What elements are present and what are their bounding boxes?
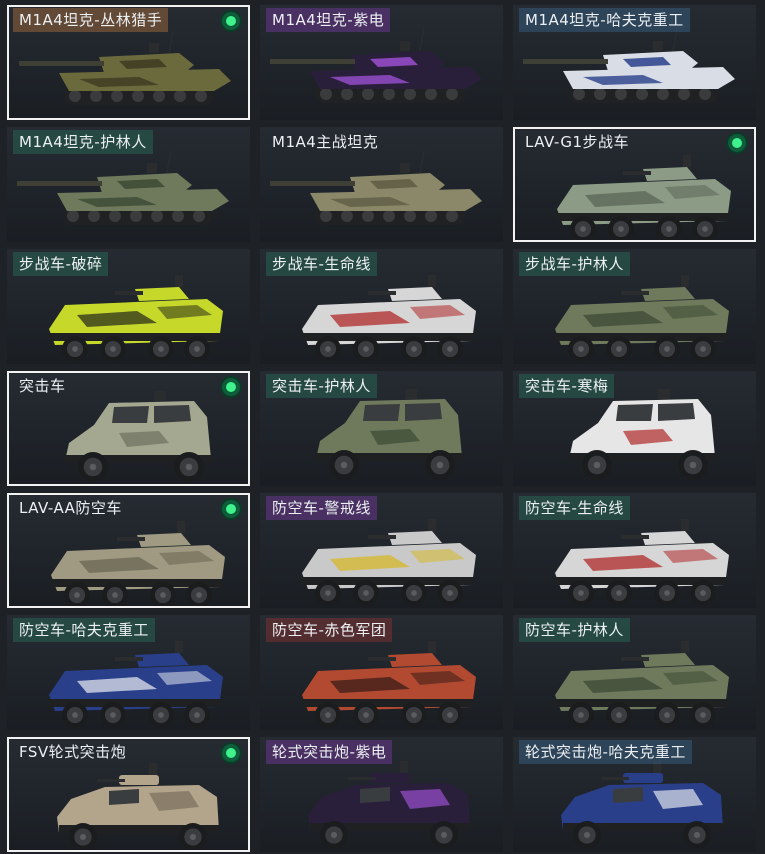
vehicle-skin-name: 防空车-赤色军团 bbox=[266, 618, 393, 642]
vehicle-illustration bbox=[557, 155, 731, 240]
vehicle-skin-name: 防空车-护林人 bbox=[519, 618, 630, 642]
vehicle-skin-card[interactable]: 防空车-赤色军团 bbox=[260, 615, 503, 730]
vehicle-skin-name: 防空车-警戒线 bbox=[266, 496, 377, 520]
vehicle-skin-card[interactable]: 突击车-寒梅 bbox=[513, 371, 756, 486]
vehicle-skin-name: 突击车-寒梅 bbox=[519, 374, 615, 398]
vehicle-skin-card[interactable]: 防空车-护林人 bbox=[513, 615, 756, 730]
vehicle-illustration bbox=[302, 275, 476, 362]
vehicle-skin-name: M1A4坦克-紫电 bbox=[266, 8, 391, 32]
vehicle-illustration bbox=[19, 30, 231, 105]
vehicle-illustration bbox=[555, 519, 729, 606]
vehicle-skin-name: 步战车-破碎 bbox=[13, 252, 109, 276]
vehicle-illustration bbox=[65, 391, 213, 482]
vehicle-illustration bbox=[308, 761, 470, 849]
vehicle-illustration bbox=[17, 150, 229, 225]
vehicle-skin-card[interactable]: M1A4主战坦克 bbox=[260, 127, 503, 242]
vehicle-skin-card[interactable]: M1A4坦克-紫电 bbox=[260, 5, 503, 120]
vehicle-illustration bbox=[555, 641, 729, 728]
vehicle-illustration bbox=[302, 519, 476, 606]
vehicle-skin-card[interactable]: M1A4坦克-哈夫克重工 bbox=[513, 5, 756, 120]
vehicle-illustration bbox=[302, 641, 476, 728]
vehicle-skin-name: 轮式突击炮-哈夫克重工 bbox=[519, 740, 692, 764]
vehicle-skin-name: FSV轮式突击炮 bbox=[19, 743, 127, 761]
vehicle-skin-card[interactable]: M1A4坦克-丛林猎手 bbox=[7, 5, 250, 120]
vehicle-skin-card[interactable]: FSV轮式突击炮 bbox=[7, 737, 250, 852]
vehicle-illustration bbox=[49, 641, 223, 728]
vehicle-skin-name: LAV-G1步战车 bbox=[525, 133, 630, 151]
vehicle-skin-name: 突击车 bbox=[19, 377, 66, 395]
vehicle-skin-card[interactable]: 步战车-生命线 bbox=[260, 249, 503, 364]
vehicle-skin-name: 步战车-生命线 bbox=[266, 252, 377, 276]
vehicle-skin-name: M1A4坦克-哈夫克重工 bbox=[519, 8, 690, 32]
vehicle-skin-name: 轮式突击炮-紫电 bbox=[266, 740, 393, 764]
vehicle-skin-card[interactable]: 步战车-破碎 bbox=[7, 249, 250, 364]
vehicle-skin-name: 步战车-护林人 bbox=[519, 252, 630, 276]
vehicle-skin-card[interactable]: 轮式突击炮-哈夫克重工 bbox=[513, 737, 756, 852]
vehicle-illustration bbox=[270, 28, 482, 103]
vehicle-skin-name: M1A4坦克-护林人 bbox=[13, 130, 153, 154]
vehicle-skin-name: LAV-AA防空车 bbox=[19, 499, 122, 517]
vehicle-skin-name: M1A4主战坦克 bbox=[272, 133, 379, 151]
equipped-icon bbox=[222, 744, 240, 762]
vehicle-illustration bbox=[57, 763, 219, 850]
vehicle-illustration bbox=[523, 28, 735, 103]
vehicle-skin-name: 防空车-哈夫克重工 bbox=[13, 618, 155, 642]
vehicle-illustration bbox=[569, 389, 717, 480]
equipped-icon bbox=[728, 134, 746, 152]
vehicle-skin-card[interactable]: 突击车 bbox=[7, 371, 250, 486]
vehicle-illustration bbox=[555, 275, 729, 362]
vehicle-skin-card[interactable]: 防空车-生命线 bbox=[513, 493, 756, 608]
vehicle-illustration bbox=[51, 521, 225, 606]
vehicle-skin-card[interactable]: 防空车-哈夫克重工 bbox=[7, 615, 250, 730]
vehicle-skin-grid: M1A4坦克-丛林猎手 M1A4坦克-紫电 M1A4坦克-哈夫克重工 M1A4坦克-护… bbox=[0, 0, 765, 854]
vehicle-skin-card[interactable]: M1A4坦克-护林人 bbox=[7, 127, 250, 242]
vehicle-skin-name: M1A4坦克-丛林猎手 bbox=[13, 8, 169, 32]
equipped-icon bbox=[222, 500, 240, 518]
vehicle-illustration bbox=[561, 761, 723, 849]
vehicle-skin-card[interactable]: LAV-G1步战车 bbox=[513, 127, 756, 242]
vehicle-illustration bbox=[316, 389, 464, 480]
vehicle-illustration bbox=[49, 275, 223, 362]
vehicle-skin-card[interactable]: 防空车-警戒线 bbox=[260, 493, 503, 608]
vehicle-skin-card[interactable]: 步战车-护林人 bbox=[513, 249, 756, 364]
vehicle-skin-name: 防空车-生命线 bbox=[519, 496, 630, 520]
vehicle-skin-card[interactable]: 轮式突击炮-紫电 bbox=[260, 737, 503, 852]
vehicle-skin-card[interactable]: 突击车-护林人 bbox=[260, 371, 503, 486]
vehicle-illustration bbox=[270, 150, 482, 225]
equipped-icon bbox=[222, 12, 240, 30]
vehicle-skin-card[interactable]: LAV-AA防空车 bbox=[7, 493, 250, 608]
equipped-icon bbox=[222, 378, 240, 396]
vehicle-skin-name: 突击车-护林人 bbox=[266, 374, 377, 398]
